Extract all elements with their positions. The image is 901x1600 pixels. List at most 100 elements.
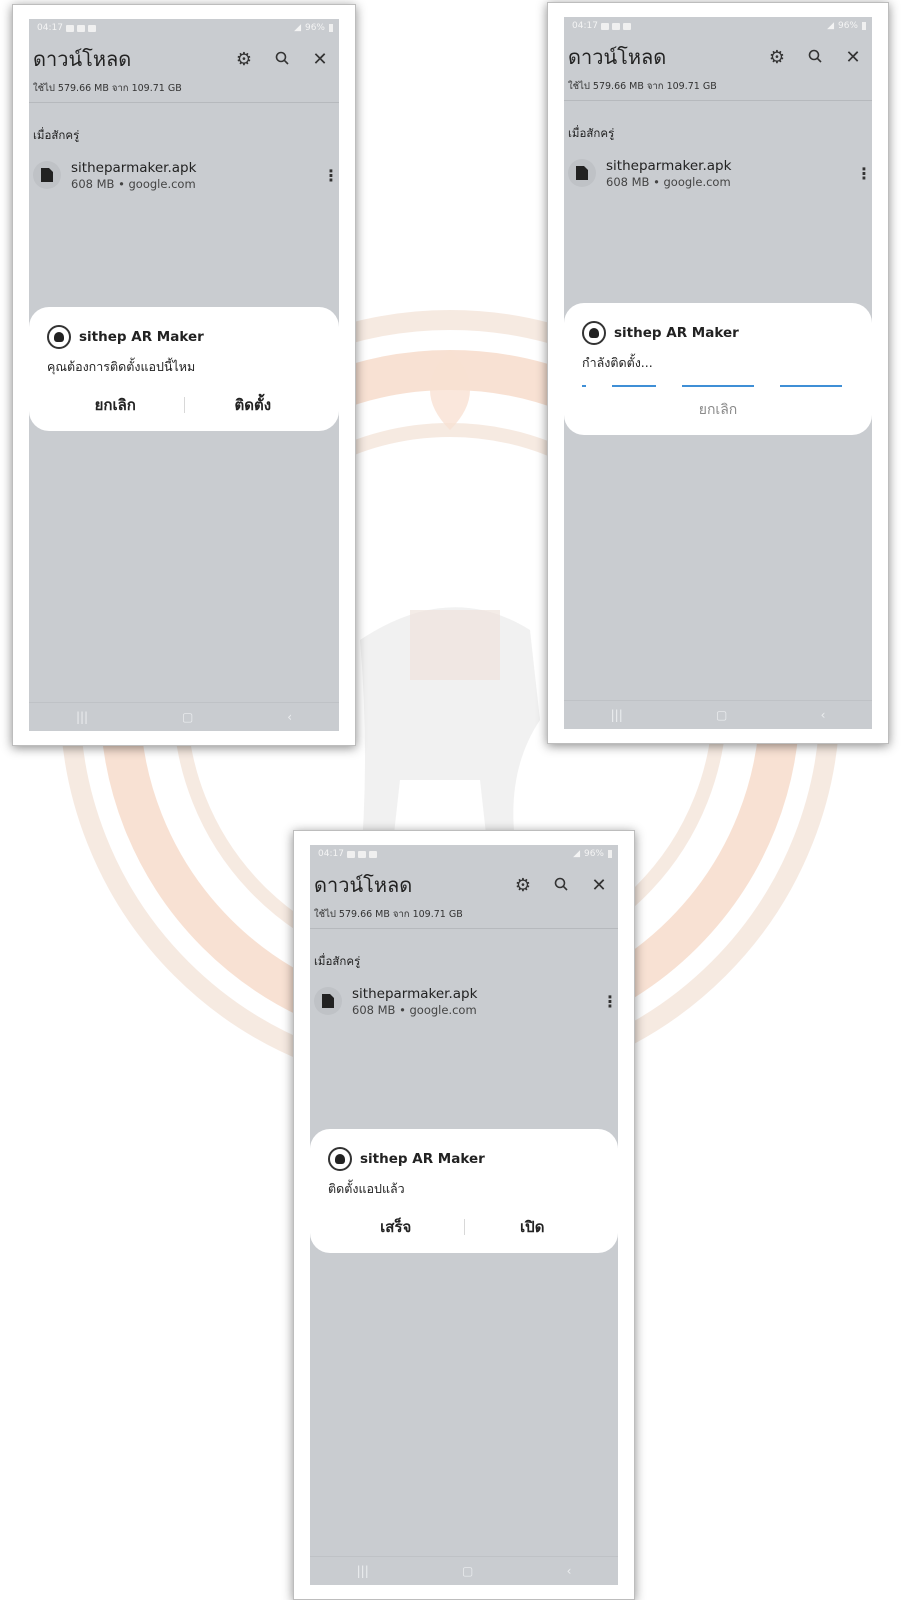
app-bar: ดาวน์โหลด ⚙ ✕ xyxy=(29,37,339,81)
search-icon[interactable] xyxy=(542,875,580,896)
status-bar: 04:17 ◢ 96% xyxy=(29,19,339,37)
file-name: sitheparmaker.apk xyxy=(71,159,197,176)
close-icon[interactable]: ✕ xyxy=(301,49,339,70)
install-dialog: sithep AR Maker คุณต้องการติดตั้งแอปนี้ไ… xyxy=(29,307,339,431)
indeterminate-progress-bar xyxy=(582,385,854,387)
battery-icon xyxy=(608,850,612,858)
phone-screenshot-installed: 04:17 ◢ 96% ดาวน์โหลด ⚙ ✕ ใช้ไป 579.66 M… xyxy=(293,830,635,1600)
file-meta: 608 MB • google.com xyxy=(352,1002,477,1017)
page-title: ดาวน์โหลด xyxy=(33,47,132,71)
gear-icon[interactable]: ⚙ xyxy=(225,49,263,70)
youtube-notification-icon xyxy=(368,850,377,858)
recent-apps-icon[interactable]: ||| xyxy=(357,1564,369,1578)
navigation-bar: ||| ▢ ‹ xyxy=(310,1556,618,1585)
battery-icon xyxy=(329,24,333,32)
back-icon[interactable]: ‹ xyxy=(821,708,826,722)
section-header: เมื่อสักครู่ xyxy=(33,128,80,142)
signal-icon: ◢ xyxy=(294,23,301,33)
page-title: ดาวน์โหลด xyxy=(314,873,413,897)
battery-percent: 96% xyxy=(304,23,325,33)
messenger-notification-icon xyxy=(357,850,366,858)
app-bar: ดาวน์โหลด ⚙ ✕ xyxy=(310,863,618,907)
status-time: 04:17 xyxy=(318,849,344,859)
signal-icon: ◢ xyxy=(827,21,834,31)
gear-icon[interactable]: ⚙ xyxy=(758,47,796,68)
messenger-notification-icon xyxy=(611,22,620,30)
navigation-bar: ||| ▢ ‹ xyxy=(564,700,872,729)
recent-apps-icon[interactable]: ||| xyxy=(76,710,88,724)
gallery-notification-icon xyxy=(600,22,609,30)
close-icon[interactable]: ✕ xyxy=(834,47,872,68)
status-time: 04:17 xyxy=(37,23,63,33)
done-button[interactable]: เสร็จ xyxy=(328,1215,464,1239)
messenger-notification-icon xyxy=(76,24,85,32)
more-vert-icon[interactable]: ⋮ xyxy=(323,166,339,185)
signal-icon: ◢ xyxy=(573,849,580,859)
back-icon[interactable]: ‹ xyxy=(287,710,292,724)
search-icon[interactable] xyxy=(796,47,834,68)
screen: 04:17 ◢ 96% ดาวน์โหลด ⚙ ✕ ใช้ไป 579.66 M… xyxy=(29,19,339,731)
storage-usage: ใช้ไป 579.66 MB จาก 109.71 GB xyxy=(310,907,618,929)
battery-percent: 96% xyxy=(837,21,858,31)
gallery-notification-icon xyxy=(346,850,355,858)
app-name: sithep AR Maker xyxy=(79,329,204,345)
more-vert-icon[interactable]: ⋮ xyxy=(856,164,872,183)
installed-dialog: sithep AR Maker ติดตั้งแอปแล้ว เสร็จ เปิ… xyxy=(310,1129,618,1253)
file-meta: 608 MB • google.com xyxy=(71,176,196,191)
download-item[interactable]: sitheparmaker.apk 608 MB • google.com ⋮ xyxy=(564,153,872,193)
app-logo-icon xyxy=(582,321,606,345)
progress-segment xyxy=(582,385,586,387)
cancel-button[interactable]: ยกเลิก xyxy=(47,393,184,417)
cancel-button[interactable]: ยกเลิก xyxy=(582,399,854,421)
installing-dialog: sithep AR Maker กำลังติดตั้ง... ยกเลิก xyxy=(564,303,872,435)
storage-usage: ใช้ไป 579.66 MB จาก 109.71 GB xyxy=(29,81,339,103)
youtube-notification-icon xyxy=(622,22,631,30)
file-name: sitheparmaker.apk xyxy=(352,985,478,1002)
app-bar: ดาวน์โหลด ⚙ ✕ xyxy=(564,35,872,79)
dialog-message: คุณต้องการติดตั้งแอปนี้ไหม xyxy=(47,359,196,374)
file-name: sitheparmaker.apk xyxy=(606,157,732,174)
status-bar: 04:17 ◢ 96% xyxy=(564,17,872,35)
gallery-notification-icon xyxy=(65,24,74,32)
app-logo-icon xyxy=(47,325,71,349)
download-item[interactable]: sitheparmaker.apk 608 MB • google.com ⋮ xyxy=(29,155,339,195)
battery-percent: 96% xyxy=(583,849,604,859)
app-logo-icon xyxy=(328,1147,352,1171)
gear-icon[interactable]: ⚙ xyxy=(504,875,542,896)
file-icon xyxy=(568,159,596,187)
progress-segment xyxy=(612,385,656,387)
navigation-bar: ||| ▢ ‹ xyxy=(29,702,339,731)
open-button[interactable]: เปิด xyxy=(465,1215,601,1239)
recent-apps-icon[interactable]: ||| xyxy=(611,708,623,722)
screen: 04:17 ◢ 96% ดาวน์โหลด ⚙ ✕ ใช้ไป 579.66 M… xyxy=(310,845,618,1585)
progress-segment xyxy=(682,385,754,387)
status-bar: 04:17 ◢ 96% xyxy=(310,845,618,863)
more-vert-icon[interactable]: ⋮ xyxy=(602,992,618,1011)
phone-screenshot-installing: 04:17 ◢ 96% ดาวน์โหลด ⚙ ✕ ใช้ไป 579.66 M… xyxy=(547,2,889,744)
phone-screenshot-install-prompt: 04:17 ◢ 96% ดาวน์โหลด ⚙ ✕ ใช้ไป 579.66 M… xyxy=(12,4,356,746)
home-icon[interactable]: ▢ xyxy=(182,710,193,724)
file-icon xyxy=(314,987,342,1015)
search-icon[interactable] xyxy=(263,49,301,70)
screen: 04:17 ◢ 96% ดาวน์โหลด ⚙ ✕ ใช้ไป 579.66 M… xyxy=(564,17,872,729)
install-button[interactable]: ติดตั้ง xyxy=(185,393,322,417)
home-icon[interactable]: ▢ xyxy=(716,708,727,722)
progress-segment xyxy=(780,385,842,387)
section-header: เมื่อสักครู่ xyxy=(314,954,361,968)
page-title: ดาวน์โหลด xyxy=(568,45,667,69)
youtube-notification-icon xyxy=(87,24,96,32)
back-icon[interactable]: ‹ xyxy=(567,1564,572,1578)
download-item[interactable]: sitheparmaker.apk 608 MB • google.com ⋮ xyxy=(310,981,618,1021)
file-icon xyxy=(33,161,61,189)
app-name: sithep AR Maker xyxy=(360,1151,485,1167)
battery-icon xyxy=(862,22,866,30)
dialog-message: กำลังติดตั้ง... xyxy=(582,355,653,370)
dialog-message: ติดตั้งแอปแล้ว xyxy=(328,1181,405,1196)
file-meta: 608 MB • google.com xyxy=(606,174,731,189)
close-icon[interactable]: ✕ xyxy=(580,875,618,896)
status-time: 04:17 xyxy=(572,21,598,31)
section-header: เมื่อสักครู่ xyxy=(568,126,615,140)
storage-usage: ใช้ไป 579.66 MB จาก 109.71 GB xyxy=(564,79,872,101)
app-name: sithep AR Maker xyxy=(614,325,739,341)
home-icon[interactable]: ▢ xyxy=(462,1564,473,1578)
